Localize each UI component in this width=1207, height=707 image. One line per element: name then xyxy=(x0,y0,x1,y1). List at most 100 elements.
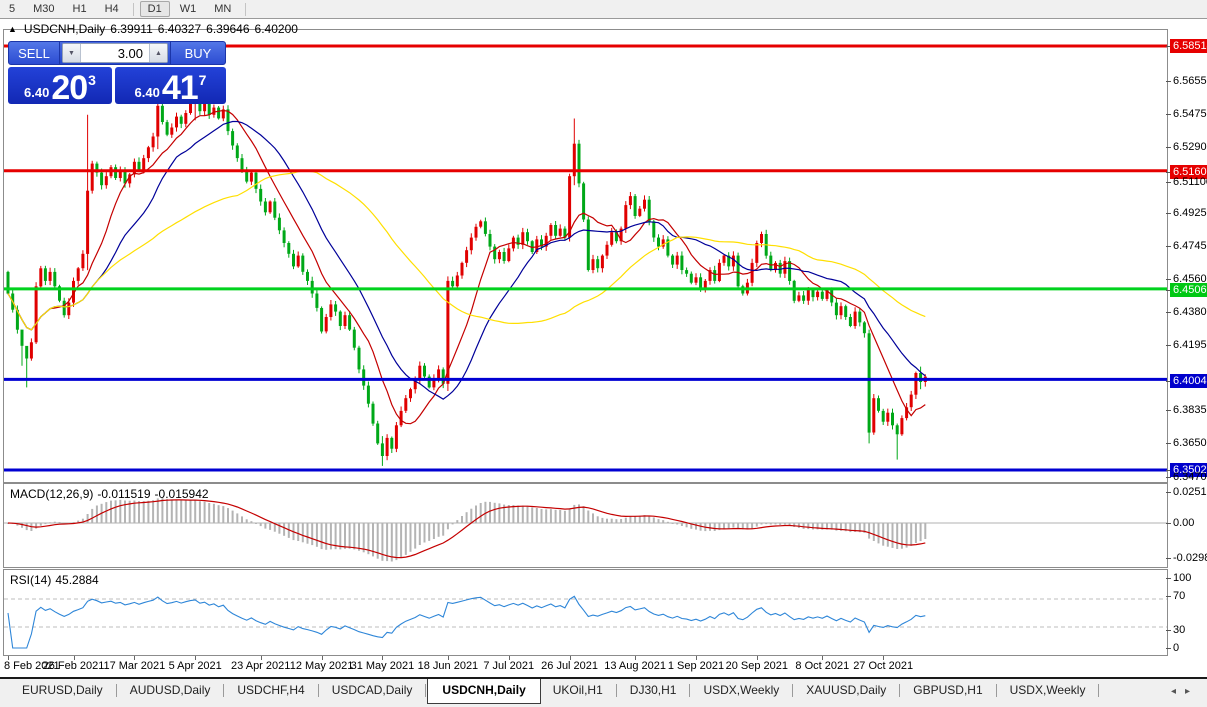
tab-scroll-left-icon[interactable]: ◂ xyxy=(1171,686,1185,697)
ohlc-low: 6.39646 xyxy=(206,22,249,36)
time-tick xyxy=(509,656,510,660)
timeframe-button-h1[interactable]: H1 xyxy=(65,1,95,17)
indicator-axis-label: 0.025108 xyxy=(1173,486,1207,498)
tab-usdcnh-daily[interactable]: USDCNH,Daily xyxy=(427,679,540,704)
price-level-badge: 6.51605 xyxy=(1170,165,1207,179)
tab-separator xyxy=(996,684,997,697)
time-axis-label: 26 Feb 2021 xyxy=(43,660,105,672)
price-axis-label: 6.49250 xyxy=(1173,207,1207,219)
time-tick xyxy=(382,656,383,660)
tab-separator xyxy=(223,684,224,697)
indicator-axis-label: 30 xyxy=(1173,624,1185,636)
tab-gbpusd-h1[interactable]: GBPUSD,H1 xyxy=(901,679,994,702)
tab-separator xyxy=(116,684,117,697)
volume-increase-icon[interactable]: ▲ xyxy=(149,44,167,62)
ask-price-panel[interactable]: 6.40 41 7 xyxy=(115,67,226,104)
time-axis-label: 31 May 2021 xyxy=(351,660,415,672)
tab-scroll-right-icon[interactable]: ▸ xyxy=(1185,686,1199,697)
time-axis-label: 26 Jul 2021 xyxy=(541,660,598,672)
indicator-axis-label: 0 xyxy=(1173,642,1179,654)
time-tick xyxy=(822,656,823,660)
macd-signal-value: -0.015942 xyxy=(155,487,209,501)
time-axis-label: 23 Apr 2021 xyxy=(231,660,290,672)
macd-name: MACD(12,26,9) xyxy=(10,487,93,501)
rsi-label: RSI(14)45.2884 xyxy=(10,573,103,587)
indicator-axis-label: -0.029885 xyxy=(1173,552,1207,564)
time-tick xyxy=(322,656,323,660)
tab-usdchf-h4[interactable]: USDCHF,H4 xyxy=(225,679,316,702)
bid-price-panel[interactable]: 6.40 20 3 xyxy=(8,67,112,104)
macd-value: -0.011519 xyxy=(97,487,150,501)
time-tick xyxy=(635,656,636,660)
tab-eurusd-daily[interactable]: EURUSD,Daily xyxy=(10,679,115,702)
bid-price-prefix: 6.40 xyxy=(24,85,49,100)
time-axis-label: 13 Aug 2021 xyxy=(604,660,666,672)
tab-usdcad-daily[interactable]: USDCAD,Daily xyxy=(320,679,425,702)
time-tick xyxy=(74,656,75,660)
timeframe-toolbar: 5 M30 H1 H4 D1 W1 MN xyxy=(0,0,1207,19)
price-axis-label: 6.45600 xyxy=(1173,273,1207,285)
time-axis-label: 20 Sep 2021 xyxy=(726,660,788,672)
sell-button[interactable]: SELL xyxy=(9,42,60,64)
tab-usdx-weekly-1[interactable]: USDX,Weekly xyxy=(691,679,791,702)
tab-dj30-h1[interactable]: DJ30,H1 xyxy=(618,679,689,702)
timeframe-button-m30[interactable]: M30 xyxy=(25,1,62,17)
tab-separator xyxy=(1098,684,1099,697)
price-axis-label: 6.34700 xyxy=(1173,471,1207,483)
collapse-triangle-icon[interactable]: ▲ xyxy=(8,24,17,34)
time-axis-label: 5 Apr 2021 xyxy=(169,660,222,672)
time-tick xyxy=(261,656,262,660)
bid-price-pip: 3 xyxy=(88,72,96,88)
price-axis-label: 6.41950 xyxy=(1173,339,1207,351)
tab-separator xyxy=(616,684,617,697)
time-tick xyxy=(883,656,884,660)
time-tick xyxy=(570,656,571,660)
time-tick xyxy=(8,656,9,660)
time-axis-label: 1 Sep 2021 xyxy=(668,660,724,672)
tab-usdx-weekly-2[interactable]: USDX,Weekly xyxy=(998,679,1098,702)
toolbar-separator xyxy=(133,3,134,16)
price-level-badge: 6.40042 xyxy=(1170,374,1207,388)
time-axis-label: 12 May 2021 xyxy=(290,660,354,672)
timeframe-button-h4[interactable]: H4 xyxy=(97,1,127,17)
timeframe-button-w1[interactable]: W1 xyxy=(172,1,205,17)
tab-separator xyxy=(425,684,426,697)
price-axis-label: 6.47450 xyxy=(1173,240,1207,252)
macd-label: MACD(12,26,9) -0.011519 -0.015942 xyxy=(10,487,213,501)
volume-input[interactable] xyxy=(81,44,149,62)
tab-separator xyxy=(689,684,690,697)
price-axis-label: 6.43800 xyxy=(1173,306,1207,318)
chart-tab-bar: EURUSD,Daily AUDUSD,Daily USDCHF,H4 USDC… xyxy=(0,679,1207,707)
indicator-axis-label: 100 xyxy=(1173,572,1191,584)
price-axis-label: 6.51100 xyxy=(1173,176,1207,188)
price-axis-label: 6.36500 xyxy=(1173,437,1207,449)
time-axis-label: 27 Oct 2021 xyxy=(853,660,913,672)
time-tick xyxy=(195,656,196,660)
tab-ukoil-h1[interactable]: UKOil,H1 xyxy=(541,679,615,702)
rsi-indicator-pane[interactable] xyxy=(4,570,1167,655)
ohlc-close: 6.40200 xyxy=(255,22,298,36)
ohlc-high: 6.40327 xyxy=(158,22,201,36)
volume-decrease-icon[interactable]: ▼ xyxy=(63,44,81,62)
one-click-trading-panel: SELL ▼ ▲ BUY 6.40 20 3 6.40 41 7 xyxy=(8,41,226,104)
buy-button[interactable]: BUY xyxy=(170,42,225,64)
time-tick xyxy=(757,656,758,660)
tab-audusd-daily[interactable]: AUDUSD,Daily xyxy=(118,679,223,702)
indicator-axis-label: 0.00 xyxy=(1173,517,1194,529)
toolbar-separator xyxy=(245,3,246,16)
timeframe-button-mn[interactable]: MN xyxy=(206,1,239,17)
time-axis-label: 17 Mar 2021 xyxy=(103,660,165,672)
time-axis-label: 8 Oct 2021 xyxy=(795,660,849,672)
ohlc-open: 6.39911 xyxy=(110,22,153,36)
price-axis-label: 6.52900 xyxy=(1173,141,1207,153)
time-tick xyxy=(696,656,697,660)
timeframe-button-m5[interactable]: 5 xyxy=(1,1,23,17)
tab-xauusd-daily[interactable]: XAUUSD,Daily xyxy=(794,679,898,702)
time-tick xyxy=(448,656,449,660)
time-axis-label: 18 Jun 2021 xyxy=(418,660,479,672)
tab-scroll-arrows[interactable]: ◂▸ xyxy=(1171,686,1199,697)
ask-price-big: 41 xyxy=(162,73,198,104)
tab-separator xyxy=(899,684,900,697)
time-tick xyxy=(134,656,135,660)
timeframe-button-d1[interactable]: D1 xyxy=(140,1,170,17)
